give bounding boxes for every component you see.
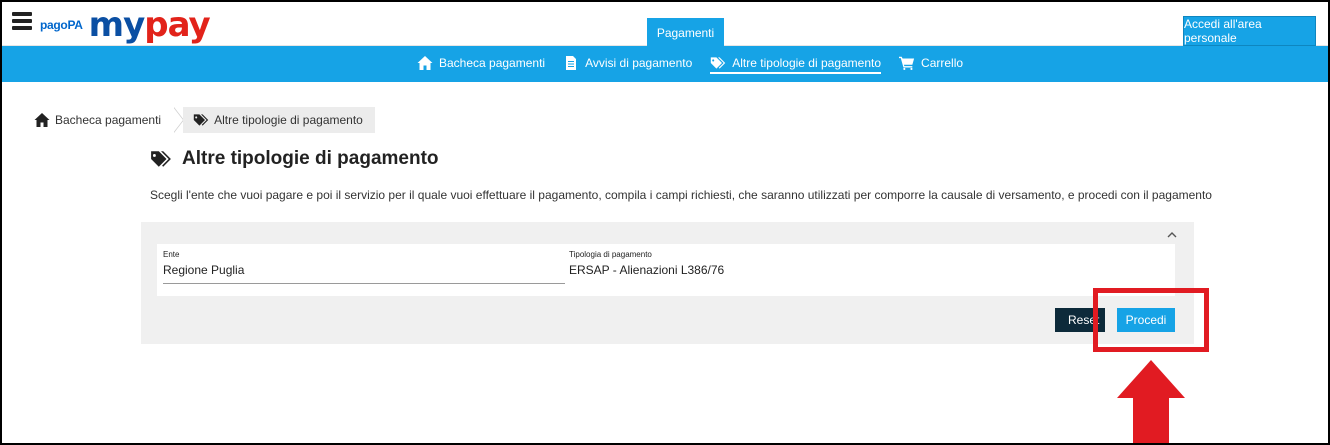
breadcrumb: Bacheca pagamenti Altre tipologie di pag… — [24, 107, 375, 133]
logo[interactable]: pagoPA my pay — [40, 4, 211, 45]
hamburger-menu-icon[interactable] — [12, 12, 32, 30]
tipologia-label: Tipologia di pagamento — [569, 250, 652, 259]
tipologia-value[interactable]: ERSAP - Alienazioni L386/76 — [569, 263, 1179, 283]
tab-pagamenti[interactable]: Pagamenti — [647, 18, 724, 48]
nav-item-label: Carrello — [921, 56, 964, 70]
nav-item-altre-tipologie[interactable]: Altre tipologie di pagamento — [710, 55, 882, 74]
annotation-arrow-shaft — [1133, 397, 1169, 443]
ente-field[interactable]: Ente Regione Puglia — [157, 248, 565, 292]
form-fields: Ente Regione Puglia Tipologia di pagamen… — [157, 244, 1175, 296]
pagopa-logo-text: pagoPA — [40, 18, 83, 32]
nav-item-carrello[interactable]: Carrello — [899, 55, 963, 73]
breadcrumb-separator — [173, 107, 184, 133]
ente-label: Ente — [163, 250, 180, 259]
home-icon — [34, 113, 50, 127]
top-header: pagoPA my pay Pagamenti Accedi all'area … — [2, 2, 1328, 48]
breadcrumb-label: Altre tipologie di pagamento — [214, 113, 363, 127]
ente-value[interactable]: Regione Puglia — [163, 263, 565, 284]
main-nav: Bacheca pagamenti Avvisi di pagamento Al… — [2, 46, 1328, 82]
tags-icon — [711, 56, 726, 69]
mypay-logo-pay: pay — [144, 5, 210, 45]
mypay-logo-my: my — [88, 5, 146, 45]
tags-icon — [151, 151, 171, 167]
tipologia-field[interactable]: Tipologia di pagamento ERSAP - Alienazio… — [563, 248, 1173, 292]
login-button[interactable]: Accedi all'area personale — [1183, 16, 1316, 46]
chevron-up-icon[interactable] — [1167, 228, 1177, 242]
nav-item-label: Altre tipologie di pagamento — [732, 55, 882, 70]
document-icon — [566, 56, 577, 70]
cart-icon — [899, 56, 915, 71]
nav-item-label: Avvisi di pagamento — [585, 56, 693, 70]
nav-item-bacheca[interactable]: Bacheca pagamenti — [417, 55, 545, 73]
breadcrumb-label: Bacheca pagamenti — [55, 113, 162, 127]
home-icon — [417, 56, 433, 70]
page-title-text: Altre tipologie di pagamento — [182, 148, 439, 169]
page-title: Altre tipologie di pagamento — [150, 148, 439, 170]
payment-form-panel: Ente Regione Puglia Tipologia di pagamen… — [141, 222, 1194, 344]
nav-item-label: Bacheca pagamenti — [439, 56, 546, 70]
annotation-highlight-box — [1093, 288, 1209, 352]
annotation-arrow-head — [1117, 360, 1185, 398]
breadcrumb-item-bacheca[interactable]: Bacheca pagamenti — [24, 107, 173, 133]
tags-icon — [193, 114, 209, 126]
breadcrumb-item-current: Altre tipologie di pagamento — [183, 107, 375, 133]
page-intro: Scegli l'ente che vuoi pagare e poi il s… — [150, 188, 1212, 202]
nav-item-avvisi[interactable]: Avvisi di pagamento — [563, 55, 692, 73]
